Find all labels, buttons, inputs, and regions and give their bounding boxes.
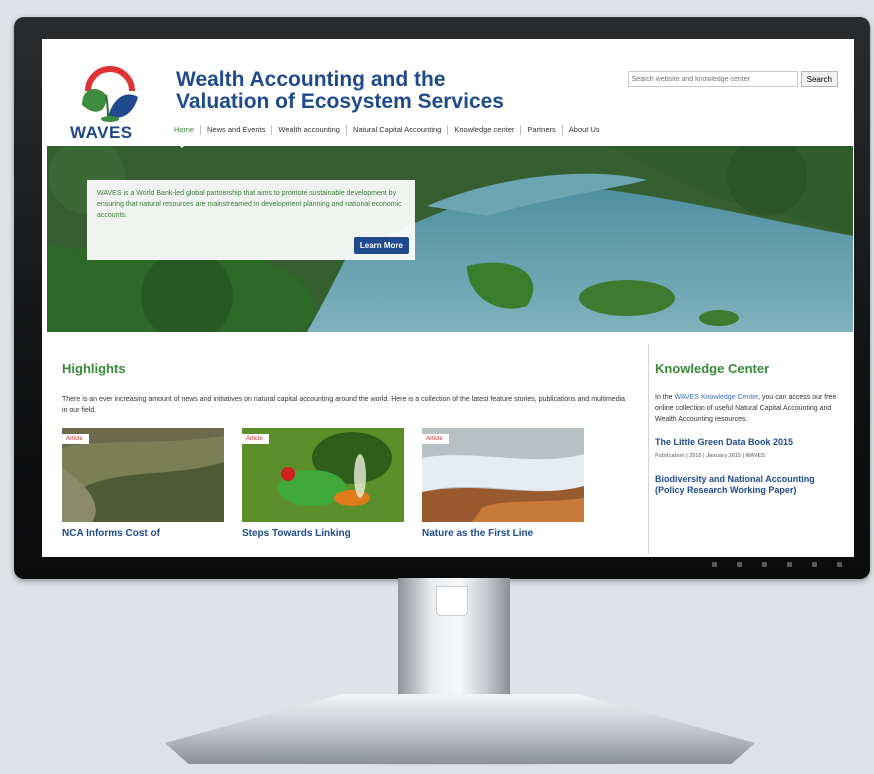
nav-item-partners[interactable]: Partners (520, 125, 561, 135)
knowledge-center-text-before: In the (655, 394, 675, 401)
site-title-line2: Valuation of Ecosystem Services (176, 90, 504, 113)
nav-item-wealth-accounting[interactable]: Wealth accounting (271, 125, 346, 135)
monitor-stand-base (165, 694, 755, 764)
knowledge-center-heading: Knowledge Center (655, 361, 770, 376)
card-thumbnail[interactable]: Article (62, 428, 224, 522)
search-bar: Search (627, 71, 838, 87)
hero-banner: WAVES is a World Bank-led global partner… (47, 146, 853, 332)
nav-active-caret (174, 140, 190, 148)
knowledge-center-sidebar: Knowledge Center In the WAVES Knowledge … (655, 361, 845, 496)
card-tag: Article (242, 434, 269, 444)
highlights-cards: Article NCA Informs Cost of Article Step… (62, 428, 634, 539)
site-title[interactable]: Wealth Accounting and the Valuation of E… (176, 69, 504, 113)
knowledge-item-title[interactable]: The Little Green Data Book 2015 (655, 437, 845, 448)
knowledge-item-meta: Publication | 2015 | January 2015 | WAVE… (655, 453, 765, 459)
search-button[interactable]: Search (800, 71, 838, 87)
monitor-button[interactable] (712, 562, 717, 567)
card-title[interactable]: Nature as the First Line (422, 528, 584, 539)
monitor-buttons (712, 562, 842, 567)
hero-intro-text: WAVES is a World Bank-led global partner… (97, 190, 402, 219)
card-title[interactable]: NCA Informs Cost of (62, 528, 224, 539)
knowledge-item-title[interactable]: Biodiversity and National Accounting (Po… (655, 474, 845, 496)
search-input[interactable] (627, 71, 798, 87)
knowledge-center-text: In the WAVES Knowledge Center, you can a… (655, 392, 845, 425)
highlight-card[interactable]: Article Steps Towards Linking (242, 428, 404, 539)
monitor-button[interactable] (787, 562, 792, 567)
site-title-line1: Wealth Accounting and the (176, 68, 446, 91)
stand-cable-slot (436, 586, 468, 616)
nav-item-news-and-events[interactable]: News and Events (200, 125, 271, 135)
knowledge-item[interactable]: The Little Green Data Book 2015 Publicat… (655, 437, 845, 462)
site-header: WAVES Wealth Accounting and the Valuatio… (42, 39, 854, 145)
knowledge-item[interactable]: Biodiversity and National Accounting (Po… (655, 474, 845, 496)
browser-screen: WAVES Wealth Accounting and the Valuatio… (42, 39, 854, 557)
highlight-card[interactable]: Article NCA Informs Cost of (62, 428, 224, 539)
column-divider (648, 344, 649, 554)
main-nav: Home News and Events Wealth accounting N… (168, 125, 606, 135)
logo-wordmark[interactable]: WAVES (70, 123, 133, 143)
nav-item-knowledge-center[interactable]: Knowledge center (447, 125, 520, 135)
knowledge-center-link[interactable]: WAVES Knowledge Center (674, 394, 758, 401)
highlight-card[interactable]: Article Nature as the First Line (422, 428, 584, 539)
card-title[interactable]: Steps Towards Linking (242, 528, 404, 539)
monitor-button[interactable] (837, 562, 842, 567)
card-thumbnail[interactable]: Article (422, 428, 584, 522)
monitor-button[interactable] (812, 562, 817, 567)
card-thumbnail[interactable]: Article (242, 428, 404, 522)
monitor-button[interactable] (762, 562, 767, 567)
nav-item-natural-capital-accounting[interactable]: Natural Capital Accounting (345, 125, 447, 135)
card-tag: Article (62, 434, 89, 444)
nav-item-home[interactable]: Home (168, 125, 200, 135)
card-tag: Article (422, 434, 449, 444)
nav-item-about-us[interactable]: About Us (561, 125, 606, 135)
highlights-section: Highlights There is an ever increasing a… (62, 361, 634, 539)
monitor-button[interactable] (737, 562, 742, 567)
hero-intro-box: WAVES is a World Bank-led global partner… (87, 180, 415, 260)
highlights-intro: There is an ever increasing amount of ne… (62, 396, 626, 414)
learn-more-button[interactable]: Learn More (353, 237, 409, 254)
monitor-bezel: WAVES Wealth Accounting and the Valuatio… (14, 17, 870, 579)
highlights-heading: Highlights (62, 361, 126, 376)
